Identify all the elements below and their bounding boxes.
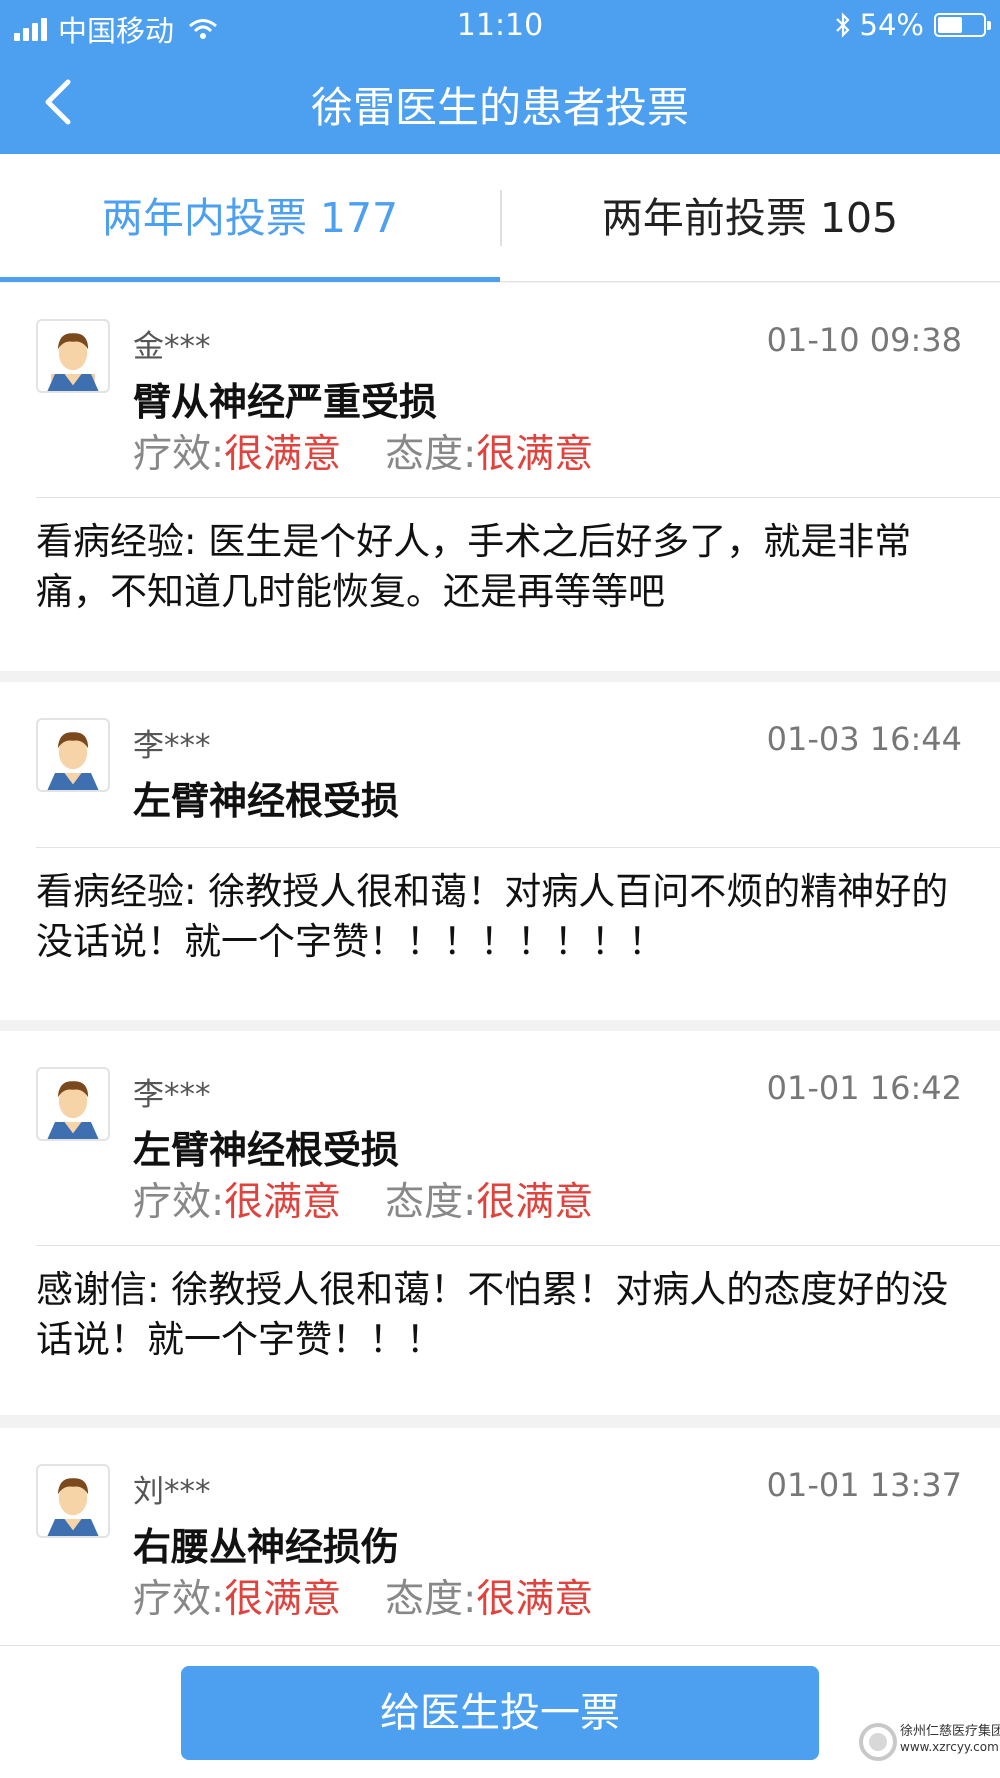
avatar <box>36 319 110 393</box>
effect-label: 疗效: <box>133 1180 225 1225</box>
rating-row: 疗效:很满意 态度:很满意 <box>133 423 593 479</box>
vote-time: 01-03 16:44 <box>766 720 962 758</box>
battery-fill <box>938 17 962 33</box>
diagnosis: 臂从神经严重受损 <box>133 380 438 424</box>
status-bar: 中国移动 11:10 54% <box>0 0 1000 50</box>
attitude-label: 态度: <box>385 1577 477 1622</box>
avatar-icon <box>47 1081 99 1139</box>
rating-row: 疗效:很满意 态度:很满意 <box>133 1171 593 1227</box>
vote-card: 刘*** 01-01 13:37 右腰丛神经损伤 疗效:很满意 态度:很满意 <box>0 1428 1000 1645</box>
attitude-value: 很满意 <box>476 1577 594 1622</box>
user-name: 金*** <box>133 329 211 365</box>
card-divider <box>36 847 1000 848</box>
review-text: 看病经验: 医生是个好人，手术之后好多了，就是非常痛，不知道几时能恢复。还是再等… <box>36 520 912 613</box>
battery-percent: 54% <box>859 8 924 42</box>
diagnosis: 右腰丛神经损伤 <box>133 1525 400 1569</box>
vote-tabs: 两年内投票 177 两年前投票 105 <box>0 154 1000 282</box>
watermark-url: www.xzrcyy.com <box>900 1740 999 1754</box>
vote-time: 01-01 16:42 <box>766 1069 962 1107</box>
attitude-label: 态度: <box>385 432 477 477</box>
attitude-value: 很满意 <box>476 432 594 477</box>
watermark-name: 徐州仁慈医疗集团 <box>900 1724 1000 1739</box>
tab-within-two-years[interactable]: 两年内投票 177 <box>0 154 500 282</box>
nav-bar: 徐雷医生的患者投票 <box>0 50 1000 154</box>
user-name: 李*** <box>133 1077 211 1113</box>
attitude-label: 态度: <box>385 1180 477 1225</box>
avatar <box>36 1464 110 1538</box>
user-name: 李*** <box>133 728 211 764</box>
avatar-icon <box>47 1478 99 1536</box>
avatar-icon <box>47 732 99 790</box>
avatar <box>36 718 110 792</box>
rating-row: 疗效:很满意 态度:很满意 <box>133 1568 593 1624</box>
effect-label: 疗效: <box>133 432 225 477</box>
vote-card: 金*** 01-10 09:38 臂从神经严重受损 疗效:很满意 态度:很满意 看… <box>0 283 1000 671</box>
bluetooth-icon <box>835 12 850 38</box>
attitude-value: 很满意 <box>476 1180 594 1225</box>
diagnosis: 左臂神经根受损 <box>133 779 400 823</box>
avatar <box>36 1067 110 1141</box>
bottom-bar: 给医生投一票 <box>0 1645 1000 1778</box>
card-divider <box>36 497 1000 498</box>
effect-value: 很满意 <box>224 1577 342 1622</box>
effect-value: 很满意 <box>224 432 342 477</box>
diagnosis: 左臂神经根受损 <box>133 1128 400 1172</box>
vote-for-doctor-button[interactable]: 给医生投一票 <box>181 1666 819 1760</box>
vote-time: 01-10 09:38 <box>766 321 962 359</box>
watermark: 徐州仁慈医疗集团 www.xzrcyy.com <box>858 1716 1000 1776</box>
status-bar-right: 54% <box>834 8 991 42</box>
battery-icon <box>934 13 991 37</box>
effect-label: 疗效: <box>133 1577 225 1622</box>
vote-card: 李*** 01-03 16:44 左臂神经根受损 看病经验: 徐教授人很和蔼！对… <box>0 682 1000 1020</box>
avatar-icon <box>47 333 99 391</box>
active-tab-indicator <box>0 277 500 282</box>
review-text: 感谢信: 徐教授人很和蔼！不怕累！对病人的态度好的没话说！就一个字赞！！！ <box>36 1268 949 1361</box>
watermark-logo-icon <box>859 1723 897 1761</box>
tab-before-two-years[interactable]: 两年前投票 105 <box>500 154 1000 282</box>
user-name: 刘*** <box>133 1474 211 1510</box>
card-divider <box>36 1245 1000 1246</box>
vote-time: 01-01 13:37 <box>766 1466 962 1504</box>
vote-card: 李*** 01-01 16:42 左臂神经根受损 疗效:很满意 态度:很满意 感谢… <box>0 1031 1000 1415</box>
review-text: 看病经验: 徐教授人很和蔼！对病人百问不烦的精神好的没话说！就一个字赞！！！！！… <box>36 870 949 963</box>
effect-value: 很满意 <box>224 1180 342 1225</box>
page-title: 徐雷医生的患者投票 <box>310 83 689 132</box>
